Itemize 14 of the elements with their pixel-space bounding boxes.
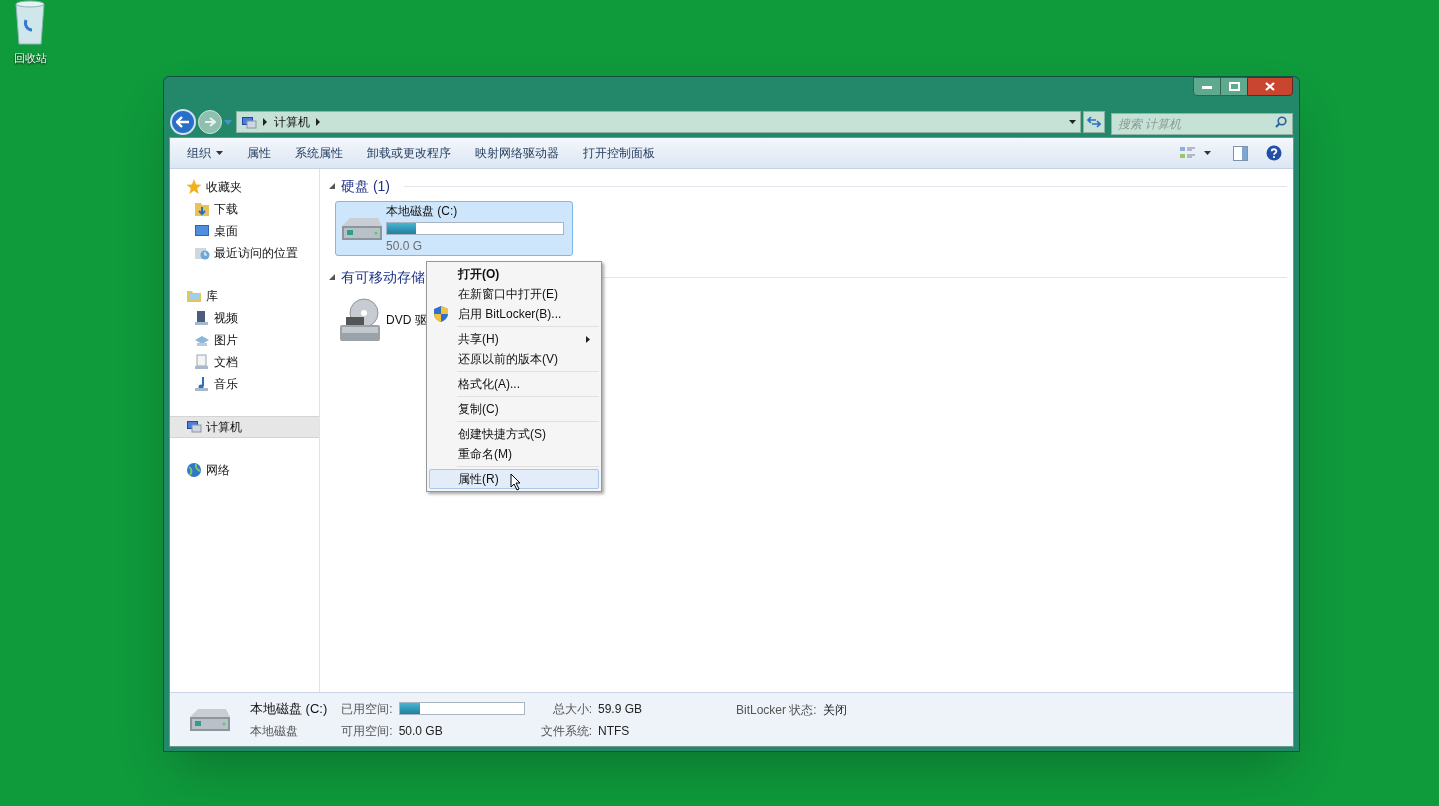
field-value: 关闭 (822, 702, 847, 719)
drive-name: 本地磁盘 (C:) (250, 700, 328, 719)
field-label: BitLocker 状态: (736, 702, 817, 719)
field-value: 50.0 GB (398, 722, 444, 740)
field-label: 已用空间: (341, 700, 393, 718)
free-space-text: 50.0 G (386, 238, 423, 255)
drive-type: 本地磁盘 (250, 722, 299, 740)
field-value: 59.9 GB (597, 700, 642, 718)
field-label: 文件系统: (540, 722, 592, 740)
field-value: NTFS (597, 722, 630, 740)
drive-name: 本地磁盘 (C:) (386, 203, 458, 220)
field-label: 可用空间: (341, 722, 393, 740)
drive-name: DVD 驱 (386, 311, 427, 329)
field-label: 总大小: (552, 700, 592, 718)
